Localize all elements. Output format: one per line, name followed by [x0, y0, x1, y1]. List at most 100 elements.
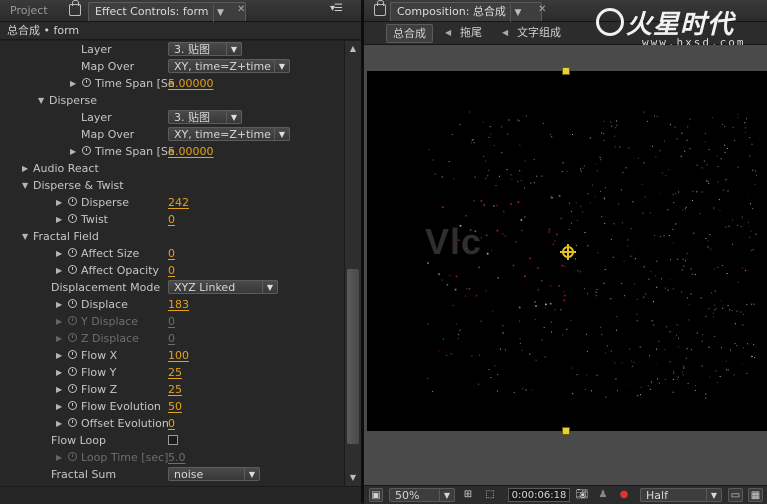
- twirl-closed-icon[interactable]: ▶: [56, 381, 66, 398]
- twirl-closed-icon[interactable]: ▶: [56, 415, 66, 432]
- effect-property-row[interactable]: ▶ Twist 0: [0, 211, 344, 228]
- breadcrumb-item[interactable]: 拖尾: [454, 24, 488, 41]
- effect-property-row[interactable]: Fractal Sum noise ▼: [0, 466, 344, 483]
- horizontal-scrollbar[interactable]: [0, 486, 361, 504]
- stopwatch-icon[interactable]: [68, 299, 77, 308]
- effect-property-row[interactable]: ▶ Affect Size 0: [0, 245, 344, 262]
- resolution-dropdown[interactable]: Half ▼: [640, 488, 722, 502]
- effect-property-row[interactable]: ▶ Flow Evolution 50: [0, 398, 344, 415]
- twirl-closed-icon[interactable]: ▶: [56, 245, 66, 262]
- zoom-dropdown[interactable]: 50% ▼: [389, 488, 455, 502]
- twirl-closed-icon[interactable]: ▶: [70, 75, 80, 92]
- stopwatch-icon[interactable]: [68, 367, 77, 376]
- property-dropdown[interactable]: XYZ Linked ▼: [168, 280, 278, 294]
- twirl-closed-icon[interactable]: ▶: [56, 262, 66, 279]
- property-dropdown[interactable]: 3. 贴图 ▼: [168, 42, 242, 56]
- stopwatch-icon[interactable]: [68, 248, 77, 257]
- stopwatch-icon[interactable]: [68, 401, 77, 410]
- lock-icon[interactable]: [374, 0, 386, 16]
- property-dropdown[interactable]: XY, time=Z+time ▼: [168, 59, 290, 73]
- chevron-down-icon[interactable]: ▼: [212, 4, 228, 22]
- twirl-closed-icon[interactable]: ▶: [56, 330, 66, 347]
- region-of-interest-icon[interactable]: ▭: [728, 488, 743, 502]
- twirl-closed-icon[interactable]: ▶: [22, 160, 32, 177]
- twirl-closed-icon[interactable]: ▶: [56, 194, 66, 211]
- chevron-down-icon[interactable]: ▼: [509, 4, 525, 22]
- property-value[interactable]: 100: [168, 347, 189, 364]
- effect-property-row[interactable]: Map Over XY, time=Z+time ▼: [0, 126, 344, 143]
- scroll-down-icon[interactable]: ▼: [345, 471, 361, 485]
- effect-property-row[interactable]: ▶ Time Span [Se 5.00000: [0, 143, 344, 160]
- effect-property-row[interactable]: ▶ Z Displace 0: [0, 330, 344, 347]
- twirl-closed-icon[interactable]: ▶: [56, 449, 66, 466]
- safe-zones-icon[interactable]: ⊞: [460, 488, 476, 502]
- property-value[interactable]: 0: [168, 415, 175, 432]
- twirl-closed-icon[interactable]: ▶: [56, 313, 66, 330]
- show-snapshot-icon[interactable]: ♟: [596, 488, 610, 502]
- effect-property-row[interactable]: ▶ Y Displace 0: [0, 313, 344, 330]
- property-value[interactable]: 183: [168, 296, 189, 313]
- breadcrumb-item[interactable]: 总合成: [386, 24, 433, 43]
- panel-menu-icon[interactable]: ▾☰: [330, 3, 344, 14]
- stopwatch-icon[interactable]: [68, 418, 77, 427]
- stopwatch-icon[interactable]: [68, 350, 77, 359]
- effect-property-row[interactable]: ▼ Disperse: [0, 92, 344, 109]
- effect-property-row[interactable]: ▶ Flow X 100: [0, 347, 344, 364]
- close-icon[interactable]: ✕: [237, 4, 245, 15]
- stopwatch-icon[interactable]: [68, 265, 77, 274]
- property-value[interactable]: 0: [168, 262, 175, 279]
- effect-controls-scrollbar[interactable]: ▲ ▼: [344, 41, 361, 486]
- bottom-handle[interactable]: [562, 427, 570, 435]
- property-dropdown[interactable]: 3. 贴图 ▼: [168, 110, 242, 124]
- anchor-crosshair-icon[interactable]: [560, 244, 576, 260]
- property-value[interactable]: 0: [168, 313, 175, 330]
- twirl-open-icon[interactable]: ▼: [22, 228, 32, 245]
- effect-property-row[interactable]: ▼ Disperse & Twist: [0, 177, 344, 194]
- property-value[interactable]: 242: [168, 194, 189, 211]
- scroll-up-icon[interactable]: ▲: [345, 42, 361, 56]
- effect-property-row[interactable]: ▶ Audio React: [0, 160, 344, 177]
- property-value[interactable]: 5.00000: [168, 75, 214, 92]
- effect-property-row[interactable]: Displacement Mode XYZ Linked ▼: [0, 279, 344, 296]
- effect-property-row[interactable]: ▶ Disperse 242: [0, 194, 344, 211]
- twirl-closed-icon[interactable]: ▶: [56, 211, 66, 228]
- stopwatch-icon[interactable]: [68, 384, 77, 393]
- twirl-closed-icon[interactable]: ▶: [56, 347, 66, 364]
- effect-property-row[interactable]: Map Over XY, time=Z+time ▼: [0, 58, 344, 75]
- twirl-open-icon[interactable]: ▼: [22, 177, 32, 194]
- tab-composition[interactable]: Composition: 总合成 ▼: [390, 2, 542, 22]
- effect-property-row[interactable]: ▶ Displace 183: [0, 296, 344, 313]
- effect-property-row[interactable]: ▶ Loop Time [sec] 5.0: [0, 449, 344, 466]
- effect-property-row[interactable]: ▼ Fractal Field: [0, 228, 344, 245]
- property-value[interactable]: 5.0: [168, 449, 186, 466]
- stopwatch-icon[interactable]: [82, 146, 91, 155]
- composition-viewer[interactable]: Vlc: [364, 45, 767, 485]
- lock-icon[interactable]: [69, 0, 81, 16]
- effect-property-row[interactable]: ▶ Affect Opacity 0: [0, 262, 344, 279]
- effect-property-row[interactable]: ▶ Offset Evolution 0: [0, 415, 344, 432]
- property-value[interactable]: 25: [168, 381, 182, 398]
- tab-project[interactable]: Project: [4, 2, 54, 20]
- twirl-closed-icon[interactable]: ▶: [56, 364, 66, 381]
- flow-loop-checkbox[interactable]: [168, 435, 178, 445]
- stopwatch-icon[interactable]: [68, 316, 77, 325]
- property-value[interactable]: 0: [168, 211, 175, 228]
- current-time-field[interactable]: 0:00:06:18: [508, 488, 570, 502]
- transparency-grid-icon[interactable]: ▦: [748, 488, 763, 502]
- twirl-closed-icon[interactable]: ▶: [70, 143, 80, 160]
- stopwatch-icon[interactable]: [68, 333, 77, 342]
- twirl-closed-icon[interactable]: ▶: [56, 296, 66, 313]
- camera-snapshot-icon[interactable]: 📷︎: [574, 488, 590, 502]
- effect-property-row[interactable]: ▶ Flow Y 25: [0, 364, 344, 381]
- stopwatch-icon[interactable]: [82, 78, 91, 87]
- property-value[interactable]: 25: [168, 364, 182, 381]
- effect-property-row[interactable]: Layer 3. 贴图 ▼: [0, 109, 344, 126]
- always-preview-icon[interactable]: ▣: [369, 488, 383, 502]
- stopwatch-icon[interactable]: [68, 214, 77, 223]
- effect-property-row[interactable]: ▶ Time Span [Se 5.00000: [0, 75, 344, 92]
- twirl-open-icon[interactable]: ▼: [38, 92, 48, 109]
- composition-canvas[interactable]: Vlc: [367, 71, 767, 431]
- breadcrumb-item[interactable]: 文字组成: [511, 24, 567, 41]
- tab-effect-controls[interactable]: Effect Controls: form ▼: [88, 2, 246, 22]
- property-value[interactable]: 5.00000: [168, 143, 214, 160]
